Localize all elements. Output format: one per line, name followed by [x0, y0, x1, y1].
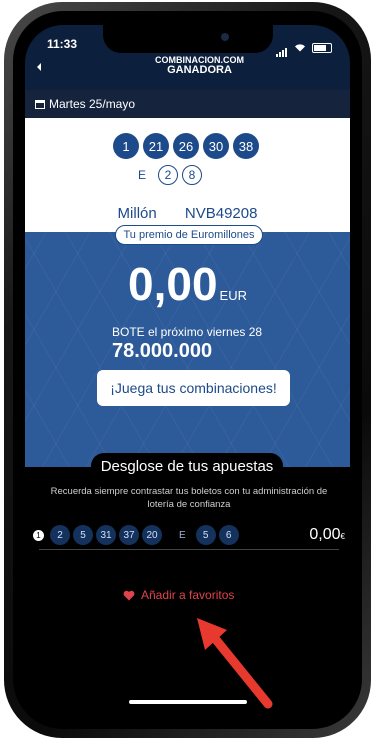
back-button[interactable]: [35, 61, 43, 75]
heart-icon: [123, 590, 135, 600]
wifi-icon: [295, 44, 305, 52]
status-time: 11:33: [47, 37, 78, 51]
play-combinations-button[interactable]: ¡Juega tus combinaciones!: [97, 370, 290, 406]
prize-pill: Tu premio de Euromillones: [115, 225, 263, 245]
bet-stars-label: E: [179, 529, 186, 541]
number-ball: 21: [143, 133, 169, 159]
breakdown-title: Desglose de tus apuestas: [91, 453, 283, 479]
bote-value: 78.000.000: [112, 340, 213, 362]
bet-number: 20: [142, 525, 162, 545]
prize-amount-value: 0,00: [128, 258, 218, 310]
annotation-arrow-icon: [197, 618, 273, 709]
status-icons: [276, 38, 332, 57]
bote-label: BOTE el próximo viernes 28: [112, 325, 263, 339]
notch: [103, 25, 273, 53]
million-label: Millón: [117, 205, 157, 222]
number-ball: 26: [173, 133, 199, 159]
bet-index: 1: [33, 529, 44, 541]
calendar-icon: [35, 99, 45, 109]
home-indicator[interactable]: [129, 700, 247, 704]
number-ball: 30: [203, 133, 229, 159]
number-ball: 38: [233, 133, 259, 159]
bet-number: 2: [50, 525, 70, 545]
battery-icon: [312, 42, 332, 53]
app-logo: COMBINACION.COM GANADORA: [155, 55, 244, 76]
date-bar: Martes 25/mayo: [25, 90, 350, 118]
bet-star: 6: [218, 525, 239, 545]
divider: [39, 549, 339, 550]
million-code: NVB49208: [184, 205, 258, 222]
bet-number: 37: [119, 525, 139, 545]
bet-row[interactable]: 1 2 5 31 37 20 E 5 6 0,00€: [33, 522, 345, 548]
star-ball: 8: [182, 165, 203, 185]
chevron-left-icon: [37, 63, 41, 71]
prize-currency: EUR: [219, 288, 247, 303]
bet-currency: €: [340, 532, 345, 541]
bet-number: 5: [73, 525, 93, 545]
bet-star: 5: [195, 525, 216, 545]
number-ball: 1: [113, 133, 139, 159]
bet-number: 31: [96, 525, 116, 545]
date-label: Martes 25/mayo: [49, 97, 136, 111]
breakdown-note: Recuerda siempre contrastar tus boletos …: [50, 486, 328, 510]
bet-amount: 0,00€: [309, 526, 345, 544]
stars-label: E: [138, 168, 147, 182]
logo-line2: GANADORA: [167, 64, 232, 76]
bet-amount-value: 0,00: [309, 526, 341, 543]
star-ball: 2: [158, 165, 179, 185]
prize-amount: 0,00 EUR: [25, 257, 350, 311]
winning-numbers: 1 21 26 30 38: [113, 133, 259, 159]
app-screen: 11:33 COMBINACION.COM GANADORA Martes 25…: [25, 25, 350, 715]
signal-icon: [276, 38, 288, 57]
million-row: Millón NVB49208: [25, 205, 350, 222]
winning-stars: E 2 8: [138, 165, 203, 185]
